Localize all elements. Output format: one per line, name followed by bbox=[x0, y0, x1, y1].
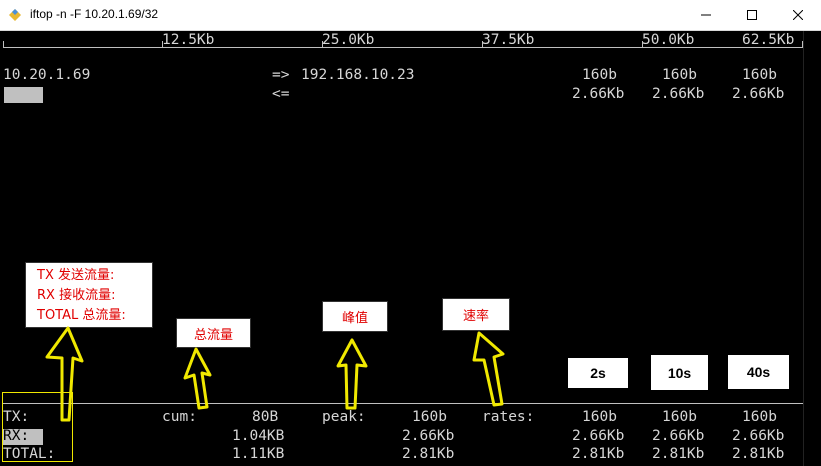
arrow-to-rates bbox=[472, 331, 505, 407]
annotation-arrows bbox=[45, 326, 505, 422]
arrow-to-labels bbox=[45, 326, 84, 422]
arrow-to-peak bbox=[336, 338, 368, 410]
arrow-to-cum bbox=[183, 347, 212, 410]
